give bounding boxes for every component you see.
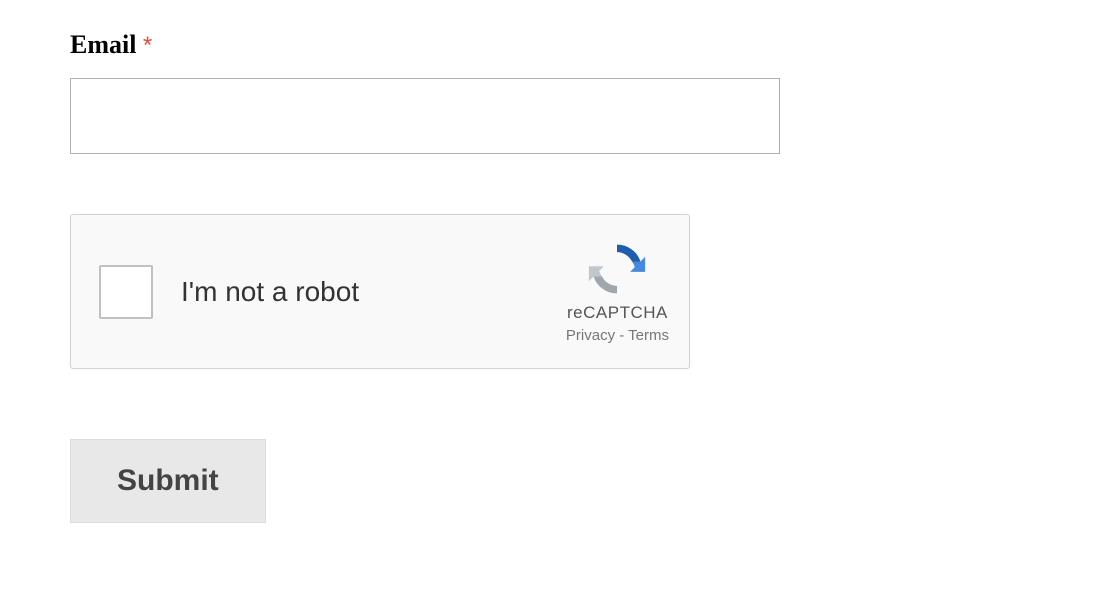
recaptcha-links: Privacy - Terms <box>566 327 669 344</box>
recaptcha-checkbox-label: I'm not a robot <box>181 276 359 308</box>
recaptcha-widget: I'm not a robot reCAPTCHA Privacy - Term… <box>70 214 690 369</box>
recaptcha-checkbox[interactable] <box>99 265 153 319</box>
recaptcha-left: I'm not a robot <box>99 265 359 319</box>
recaptcha-icon <box>585 239 649 299</box>
email-field-group: Email * <box>70 30 1046 154</box>
recaptcha-links-separator: - <box>615 327 628 344</box>
recaptcha-terms-link[interactable]: Terms <box>628 327 669 344</box>
email-label-row: Email * <box>70 30 1046 78</box>
email-label: Email <box>70 30 136 60</box>
required-indicator: * <box>143 32 152 59</box>
recaptcha-privacy-link[interactable]: Privacy <box>566 327 615 344</box>
submit-button[interactable]: Submit <box>70 439 266 523</box>
email-field[interactable] <box>70 78 780 154</box>
recaptcha-branding: reCAPTCHA Privacy - Terms <box>566 239 669 344</box>
recaptcha-brand-text: reCAPTCHA <box>567 303 668 323</box>
